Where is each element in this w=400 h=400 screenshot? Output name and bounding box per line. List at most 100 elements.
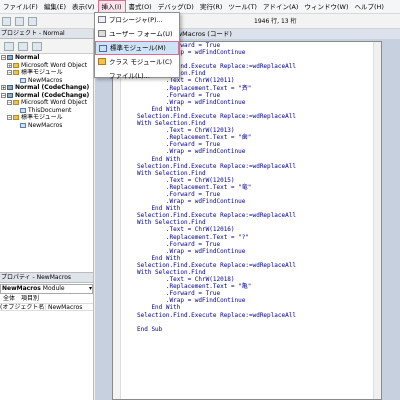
code-line: .Wrap = wdFindContinue — [137, 198, 246, 206]
chevron-down-icon: ▾ — [88, 285, 92, 292]
project-explorer: プロジェクト - Normal − Normal + Microsoft Wor… — [0, 29, 94, 272]
folder-icon — [13, 115, 19, 121]
tree-item-codechange-2[interactable]: − Normal (CodeChange) — [0, 92, 93, 100]
menu-addins[interactable]: アドイン(A) — [260, 0, 302, 14]
tree-item-codechange-1[interactable]: + Normal (CodeChange) — [0, 84, 93, 92]
code-line: With Selection.Find — [137, 169, 206, 177]
code-line: End With — [137, 254, 181, 262]
code-line: .Text = ChrW(12015) — [137, 176, 235, 184]
folder-icon — [13, 100, 19, 106]
collapse-icon[interactable]: − — [7, 70, 12, 76]
menu-run[interactable]: 実行(R) — [197, 0, 226, 14]
view-object-icon[interactable] — [18, 41, 28, 51]
properties-tabs: 全体 項目別 — [0, 295, 93, 303]
code-line: End With — [137, 205, 181, 213]
collapse-icon[interactable]: − — [7, 115, 12, 121]
code-line: .Forward = True — [137, 240, 221, 248]
code-line: Selection.Find.Execute Replace:=wdReplac… — [137, 162, 296, 170]
code-editor[interactable]: .Forward = True .Wrap = wdFindContinue E… — [112, 41, 382, 400]
tree-item-thisdocument[interactable]: ThisDocument — [0, 107, 93, 115]
code-line: .Replacement.Text = "⻫" — [137, 84, 252, 92]
object-select-name: NewMacros — [2, 285, 41, 292]
procedure-icon — [98, 16, 106, 23]
project-explorer-toolbar — [0, 39, 93, 54]
collapse-icon[interactable]: − — [7, 100, 12, 106]
code-line: .Replacement.Text = "?" — [137, 233, 249, 241]
insert-procedure-item[interactable]: プロシージャ(P)... — [95, 13, 179, 27]
menu-edit[interactable]: 編集(E) — [41, 0, 69, 14]
insert-standard-module-item[interactable]: 標準モジュール(M) — [95, 41, 179, 55]
project-icon — [7, 55, 13, 61]
expand-icon[interactable]: + — [1, 85, 6, 91]
toggle-folders-icon[interactable] — [32, 41, 42, 51]
object-select[interactable]: NewMacros Module ▾ — [0, 284, 93, 294]
code-window: NewMacros (コード) .Forward = True .Wrap = … — [95, 29, 400, 400]
tree-item-newmacros[interactable]: NewMacros — [0, 77, 93, 85]
tree-item-word-objects-2[interactable]: − Microsoft Word Object — [0, 99, 93, 107]
code-lines: .Forward = True .Wrap = wdFindContinue E… — [113, 42, 381, 333]
toolbar — [0, 14, 400, 29]
menu-window[interactable]: ウィンドウ(W) — [301, 0, 351, 14]
module-icon — [99, 45, 107, 52]
tab-all[interactable]: 全体 — [0, 295, 18, 303]
code-line: Selection.Find.Execute Replace:=wdReplac… — [137, 212, 296, 220]
code-line: .Forward = True — [137, 91, 221, 99]
view-code-icon[interactable] — [4, 41, 14, 51]
property-label: (オブジェクト名) — [0, 304, 46, 310]
folder-icon — [13, 62, 19, 68]
vertical-scrollbar[interactable] — [373, 42, 381, 399]
code-line: End With — [137, 304, 181, 312]
code-line: With Selection.Find — [137, 120, 206, 128]
code-line: .Forward = True — [137, 190, 221, 198]
collapse-icon[interactable]: − — [1, 92, 6, 98]
code-line: .Forward = True — [137, 290, 221, 298]
class-module-icon — [98, 58, 106, 65]
tree-item-modules-2[interactable]: − 標準モジュール — [0, 114, 93, 122]
insert-userform-item[interactable]: ユーザー フォーム(U) — [95, 27, 179, 41]
menu-file[interactable]: ファイル(F) — [0, 0, 41, 14]
module-icon — [20, 122, 26, 128]
project-icon — [7, 92, 13, 98]
menu-help[interactable]: ヘルプ(H) — [351, 0, 386, 14]
object-select-type: Module — [42, 285, 65, 292]
module-icon — [20, 77, 26, 83]
insert-module-icon[interactable] — [15, 16, 24, 26]
code-line: .Wrap = wdFindContinue — [137, 98, 246, 106]
tree-item-word-objects[interactable]: + Microsoft Word Object — [0, 62, 93, 70]
code-line: .Replacement.Text = "⻭" — [137, 134, 252, 142]
insert-file-item[interactable]: ファイル(L)... — [95, 69, 179, 83]
tree-item-newmacros-2[interactable]: NewMacros — [0, 122, 93, 130]
code-line: Selection.Find.Execute Replace:=wdReplac… — [137, 311, 296, 319]
code-line: End Sub — [137, 325, 163, 333]
property-value: NewMacros — [48, 304, 83, 311]
tree-item-normal[interactable]: − Normal — [0, 54, 93, 62]
save-icon[interactable] — [28, 16, 37, 26]
collapse-icon[interactable]: − — [1, 55, 6, 61]
code-line: .Replacement.Text = "⻯" — [137, 183, 252, 191]
code-line: With Selection.Find — [137, 219, 206, 227]
word-icon[interactable] — [2, 16, 11, 26]
properties-panel: プロパティ - NewMacros NewMacros Module ▾ 全体 … — [0, 272, 94, 400]
property-row-name[interactable]: (オブジェクト名) NewMacros — [0, 303, 93, 311]
code-line: Selection.Find.Execute Replace:=wdReplac… — [137, 112, 296, 120]
expand-icon[interactable]: + — [7, 62, 12, 68]
menu-tools[interactable]: ツール(T) — [225, 0, 260, 14]
code-line: .Forward = True — [137, 141, 221, 149]
properties-title: プロパティ - NewMacros — [0, 273, 93, 283]
code-line: End With — [137, 155, 181, 163]
tree-item-modules[interactable]: − 標準モジュール — [0, 69, 93, 77]
code-line: End With — [137, 105, 181, 113]
tab-category[interactable]: 項目別 — [18, 295, 42, 303]
project-icon — [7, 85, 13, 91]
code-line: With Selection.Find — [137, 269, 206, 276]
insert-class-module-item[interactable]: クラス モジュール(C) — [95, 55, 179, 69]
code-line: .Wrap = wdFindContinue — [137, 247, 246, 255]
code-line: .Wrap = wdFindContinue — [137, 148, 246, 156]
code-line: .Wrap = wdFindContinue — [137, 297, 246, 305]
code-line: .Replacement.Text = "⻲" — [137, 283, 252, 291]
code-line: Selection.Find.Execute Replace:=wdReplac… — [137, 261, 296, 269]
document-icon — [20, 107, 26, 113]
cursor-position: 1946 行, 13 桁 — [254, 18, 297, 25]
insert-menu-dropdown: プロシージャ(P)... ユーザー フォーム(U) 標準モジュール(M) クラス… — [94, 12, 180, 80]
